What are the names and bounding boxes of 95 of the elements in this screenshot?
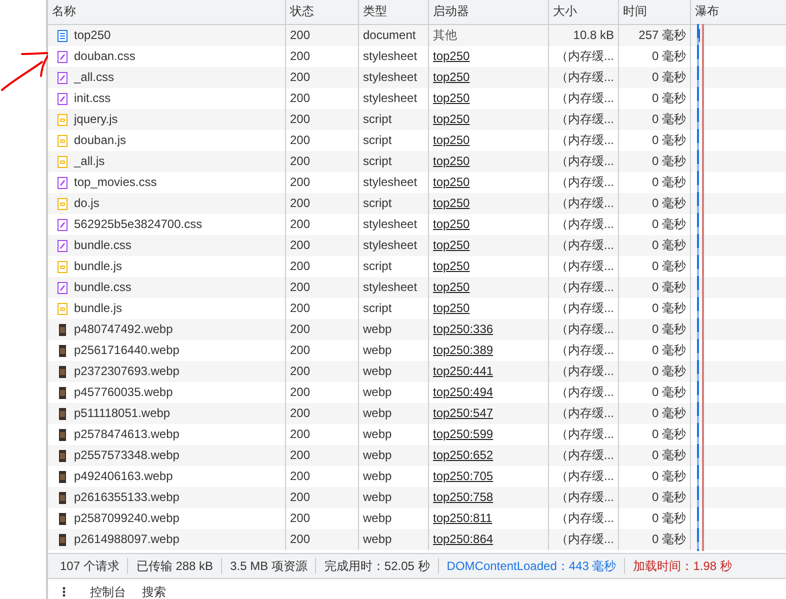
script-icon: [57, 114, 68, 126]
initiator-link[interactable]: top250: [433, 133, 470, 147]
type-cell: webp: [359, 529, 429, 550]
image-thumbnail-icon: [57, 428, 68, 440]
image-thumbnail-icon: [57, 408, 68, 420]
status-text: 3.5 MB 项资源: [222, 558, 316, 574]
stylesheet-icon: [57, 176, 68, 188]
drawer-tab[interactable]: 搜索: [142, 585, 166, 599]
initiator-link[interactable]: top250: [433, 70, 470, 84]
image-thumbnail-icon: [57, 470, 68, 482]
request-name[interactable]: p492406163.webp: [74, 466, 173, 487]
request-name[interactable]: init.css: [74, 88, 111, 109]
image-thumbnail-icon: [57, 534, 68, 546]
initiator-link[interactable]: top250:599: [433, 427, 494, 441]
request-name[interactable]: do.js: [74, 193, 100, 214]
image-thumbnail-icon: [57, 512, 68, 524]
request-name[interactable]: p2372307693.webp: [74, 361, 180, 382]
column-header[interactable]: 瀑布: [691, 0, 786, 24]
request-name[interactable]: p2561716440.webp: [74, 340, 180, 361]
status-text: 完成用时：52.05 秒: [316, 558, 439, 574]
initiator-link[interactable]: top250: [433, 301, 470, 315]
size-cell: （内存缓...: [549, 529, 619, 550]
initiator-link[interactable]: top250: [433, 280, 470, 294]
request-name[interactable]: jquery.js: [74, 109, 118, 130]
stylesheet-icon: [57, 240, 68, 252]
request-name[interactable]: douban.js: [74, 130, 126, 151]
request-name[interactable]: bundle.js: [74, 298, 122, 319]
request-name[interactable]: top_movies.css: [74, 172, 157, 193]
initiator-link[interactable]: top250:758: [433, 490, 494, 504]
initiator-link[interactable]: top250: [433, 112, 470, 126]
image-thumbnail-icon: [57, 366, 68, 378]
request-name[interactable]: bundle.css: [74, 235, 132, 256]
status-text: 加载时间：1.98 秒: [632, 558, 733, 574]
request-name[interactable]: p2616355133.webp: [74, 487, 180, 508]
request-name[interactable]: p511118051.webp: [74, 403, 170, 424]
stylesheet-icon: [57, 50, 68, 62]
initiator-link[interactable]: top250:864: [433, 532, 494, 546]
script-icon: [57, 156, 68, 168]
initiator-link[interactable]: top250:389: [433, 343, 494, 357]
more-menu-icon[interactable]: ⋮: [58, 585, 70, 599]
column-header[interactable]: 大小: [549, 0, 619, 24]
request-name[interactable]: p457760035.webp: [74, 382, 173, 403]
image-thumbnail-icon: [57, 386, 68, 398]
initiator-link[interactable]: top250: [433, 154, 470, 168]
request-name[interactable]: _all.js: [74, 151, 105, 172]
document-icon: [57, 30, 68, 42]
initiator-link[interactable]: top250:336: [433, 322, 494, 336]
column-header[interactable]: 名称: [48, 0, 286, 24]
column-header[interactable]: 时间: [619, 0, 691, 24]
request-name[interactable]: 562925b5e3824700.css: [74, 214, 202, 235]
initiator-link[interactable]: top250: [433, 49, 470, 63]
initiator-link[interactable]: top250: [433, 238, 470, 252]
request-name[interactable]: bundle.css: [74, 277, 132, 298]
script-icon: [57, 134, 68, 146]
initiator-link[interactable]: top250: [433, 91, 470, 105]
status-text: 已传输 288 kB: [128, 558, 222, 574]
column-header[interactable]: 类型: [359, 0, 429, 24]
initiator-link[interactable]: top250:494: [433, 385, 494, 399]
image-thumbnail-icon: [57, 344, 68, 356]
initiator-link[interactable]: top250:811: [433, 511, 492, 525]
stylesheet-icon: [57, 92, 68, 104]
request-name[interactable]: _all.css: [74, 67, 114, 88]
status-text: 107 个请求: [52, 558, 128, 574]
initiator-link[interactable]: top250: [433, 217, 470, 231]
script-icon: [57, 302, 68, 314]
drawer-tab[interactable]: 控制台: [90, 585, 126, 599]
initiator-link[interactable]: top250: [433, 175, 470, 189]
initiator-link[interactable]: top250:705: [433, 469, 494, 483]
column-header[interactable]: 启动器: [429, 0, 549, 24]
stylesheet-icon: [57, 72, 68, 84]
status-text: DOMContentLoaded：443 毫秒: [438, 558, 626, 574]
image-thumbnail-icon: [57, 324, 68, 336]
image-thumbnail-icon: [57, 450, 68, 462]
stylesheet-icon: [57, 218, 68, 230]
request-name[interactable]: bundle.js: [74, 256, 122, 277]
status-cell: 200: [286, 529, 359, 550]
initiator-text: 其他: [433, 28, 457, 42]
request-name[interactable]: douban.css: [74, 46, 136, 67]
image-thumbnail-icon: [57, 492, 68, 504]
initiator-link[interactable]: top250: [433, 259, 470, 273]
request-name[interactable]: p2587099240.webp: [74, 508, 180, 529]
initiator-link[interactable]: top250:547: [433, 406, 494, 420]
initiator-link[interactable]: top250: [433, 196, 470, 210]
request-name[interactable]: p2578474613.webp: [74, 424, 180, 445]
request-name[interactable]: p2614988097.webp: [74, 529, 180, 550]
request-name[interactable]: top250: [74, 25, 111, 46]
stylesheet-icon: [57, 282, 68, 294]
request-name[interactable]: p480747492.webp: [74, 319, 173, 340]
script-icon: [57, 198, 68, 210]
script-icon: [57, 260, 68, 272]
initiator-link[interactable]: top250:441: [433, 364, 494, 378]
time-cell: 0 毫秒: [619, 529, 691, 550]
column-header[interactable]: 状态: [286, 0, 359, 24]
request-name[interactable]: p2557573348.webp: [74, 445, 180, 466]
initiator-link[interactable]: top250:652: [433, 448, 494, 462]
